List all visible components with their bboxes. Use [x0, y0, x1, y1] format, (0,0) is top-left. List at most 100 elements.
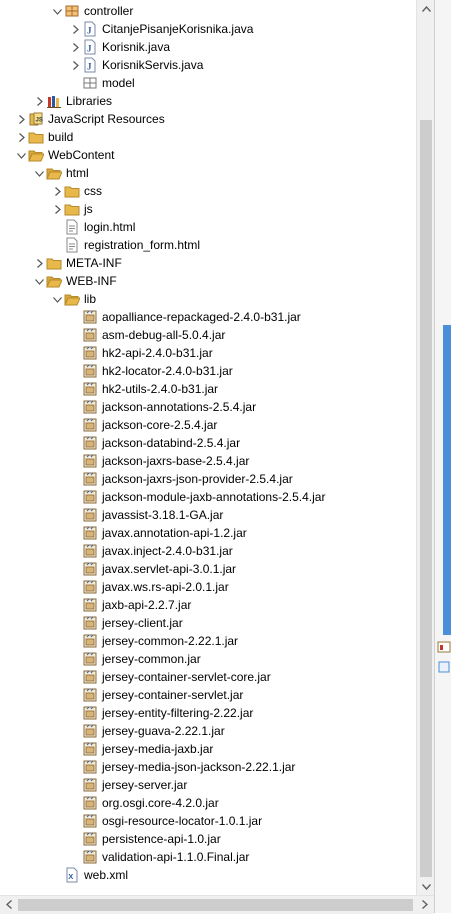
- tree-item[interactable]: hk2-locator-2.4.0-b31.jar: [68, 362, 233, 380]
- tree-item[interactable]: asm-debug-all-5.0.4.jar: [68, 326, 225, 344]
- view-toolbar-icon[interactable]: [437, 640, 451, 654]
- tree-item-label: hk2-utils-2.4.0-b31.jar: [102, 382, 219, 396]
- tree-item[interactable]: JS JavaScript Resources: [14, 110, 165, 128]
- tree-item[interactable]: jackson-core-2.5.4.jar: [68, 416, 217, 434]
- jar-icon: [82, 381, 98, 397]
- adjacent-view-accent: [443, 325, 451, 635]
- jar-icon: [82, 615, 98, 631]
- tree-item[interactable]: WebContent: [14, 146, 115, 164]
- chevron-right-icon[interactable]: [32, 254, 46, 272]
- tree-item[interactable]: jersey-container-servlet-core.jar: [68, 668, 271, 686]
- tree-item[interactable]: javax.ws.rs-api-2.0.1.jar: [68, 578, 229, 596]
- chevron-right-icon[interactable]: [68, 20, 82, 38]
- tree-item-label: JavaScript Resources: [48, 112, 165, 126]
- tree-item[interactable]: css: [50, 182, 102, 200]
- project-explorer-tree: controller J CitanjePisanjeKorisnika.java J…: [0, 0, 416, 895]
- tree-item[interactable]: J Korisnik.java: [68, 38, 170, 56]
- tree-item[interactable]: js: [50, 200, 93, 218]
- tree-item[interactable]: META-INF: [32, 254, 122, 272]
- jar-icon: [82, 345, 98, 361]
- tree-item[interactable]: hk2-utils-2.4.0-b31.jar: [68, 380, 218, 398]
- tree-item[interactable]: jersey-container-servlet.jar: [68, 686, 243, 704]
- html-file-icon: [64, 237, 80, 253]
- tree-item-label: jersey-container-servlet.jar: [102, 688, 244, 702]
- vertical-scroll-thumb[interactable]: [420, 120, 432, 877]
- chevron-down-icon[interactable]: [50, 2, 64, 20]
- tree-item[interactable]: controller: [50, 2, 133, 20]
- tree-item[interactable]: html: [32, 164, 89, 182]
- horizontal-scrollbar[interactable]: [0, 895, 434, 914]
- tree-item[interactable]: jersey-media-json-jackson-2.22.1.jar: [68, 758, 295, 776]
- tree-item[interactable]: jackson-jaxrs-base-2.5.4.jar: [68, 452, 249, 470]
- tree-item[interactable]: login.html: [50, 218, 135, 236]
- scroll-down-icon[interactable]: [417, 878, 435, 895]
- tree-item[interactable]: jersey-media-jaxb.jar: [68, 740, 213, 758]
- tree-item[interactable]: javax.servlet-api-3.0.1.jar: [68, 560, 236, 578]
- tree-item[interactable]: jersey-guava-2.22.1.jar: [68, 722, 225, 740]
- tree-item[interactable]: jackson-jaxrs-json-provider-2.5.4.jar: [68, 470, 293, 488]
- chevron-down-icon[interactable]: [32, 272, 46, 290]
- tree-item[interactable]: jersey-common.jar: [68, 650, 201, 668]
- tree-item[interactable]: org.osgi.core-4.2.0.jar: [68, 794, 219, 812]
- chevron-down-icon[interactable]: [32, 164, 46, 182]
- chevron-down-icon[interactable]: [14, 146, 28, 164]
- horizontal-scroll-thumb[interactable]: [18, 899, 413, 911]
- folder-open-icon: [28, 147, 44, 163]
- tree-item[interactable]: jersey-client.jar: [68, 614, 183, 632]
- scroll-right-icon[interactable]: [416, 896, 434, 913]
- jar-icon: [82, 363, 98, 379]
- tree-item[interactable]: jackson-annotations-2.5.4.jar: [68, 398, 256, 416]
- tree-item[interactable]: validation-api-1.1.0.Final.jar: [68, 848, 249, 866]
- chevron-right-icon[interactable]: [32, 92, 46, 110]
- tree-item[interactable]: model: [68, 74, 135, 92]
- svg-text:J: J: [87, 62, 92, 72]
- tree-item[interactable]: javassist-3.18.1-GA.jar: [68, 506, 223, 524]
- tree-item[interactable]: javax.inject-2.4.0-b31.jar: [68, 542, 233, 560]
- view-toolbar-icon-2[interactable]: [437, 660, 451, 674]
- tree-item[interactable]: jackson-databind-2.5.4.jar: [68, 434, 240, 452]
- tree-item-label: html: [66, 166, 89, 180]
- chevron-right-icon[interactable]: [50, 182, 64, 200]
- chevron-right-icon[interactable]: [68, 56, 82, 74]
- html-file-icon: [64, 219, 80, 235]
- tree-item[interactable]: hk2-api-2.4.0-b31.jar: [68, 344, 213, 362]
- tree-item[interactable]: jersey-entity-filtering-2.22.jar: [68, 704, 253, 722]
- folder-icon: [28, 129, 44, 145]
- jar-icon: [82, 327, 98, 343]
- tree-item[interactable]: J CitanjePisanjeKorisnika.java: [68, 20, 253, 38]
- tree-item[interactable]: jaxb-api-2.2.7.jar: [68, 596, 191, 614]
- jar-icon: [82, 813, 98, 829]
- scroll-up-icon[interactable]: [417, 0, 435, 17]
- jar-icon: [82, 633, 98, 649]
- tree-item[interactable]: jersey-server.jar: [68, 776, 187, 794]
- tree-item-label: CitanjePisanjeKorisnika.java: [102, 22, 254, 36]
- chevron-right-icon[interactable]: [68, 38, 82, 56]
- chevron-right-icon[interactable]: [14, 128, 28, 146]
- chevron-right-icon[interactable]: [50, 200, 64, 218]
- tree-item[interactable]: javax.annotation-api-1.2.jar: [68, 524, 247, 542]
- chevron-right-icon[interactable]: [14, 110, 28, 128]
- tree-item-label: asm-debug-all-5.0.4.jar: [102, 328, 226, 342]
- jar-icon: [82, 543, 98, 559]
- java-file-icon: J: [82, 57, 98, 73]
- tree-item[interactable]: aopalliance-repackaged-2.4.0-b31.jar: [68, 308, 301, 326]
- tree-item[interactable]: J KorisnikServis.java: [68, 56, 203, 74]
- tree-item[interactable]: lib: [50, 290, 96, 308]
- vertical-scrollbar[interactable]: [416, 0, 435, 895]
- tree-item[interactable]: build: [14, 128, 73, 146]
- tree-item[interactable]: Xweb.xml: [50, 866, 128, 884]
- tree-item[interactable]: persistence-api-1.0.jar: [68, 830, 221, 848]
- tree-item[interactable]: jersey-common-2.22.1.jar: [68, 632, 238, 650]
- folder-icon: [64, 201, 80, 217]
- scroll-left-icon[interactable]: [0, 896, 18, 913]
- tree-item-label: jackson-module-jaxb-annotations-2.5.4.ja…: [102, 490, 326, 504]
- chevron-down-icon[interactable]: [50, 290, 64, 308]
- tree-item[interactable]: WEB-INF: [32, 272, 117, 290]
- tree-item[interactable]: Libraries: [32, 92, 112, 110]
- tree-item[interactable]: osgi-resource-locator-1.0.1.jar: [68, 812, 262, 830]
- tree-item[interactable]: jackson-module-jaxb-annotations-2.5.4.ja…: [68, 488, 325, 506]
- tree-item[interactable]: registration_form.html: [50, 236, 200, 254]
